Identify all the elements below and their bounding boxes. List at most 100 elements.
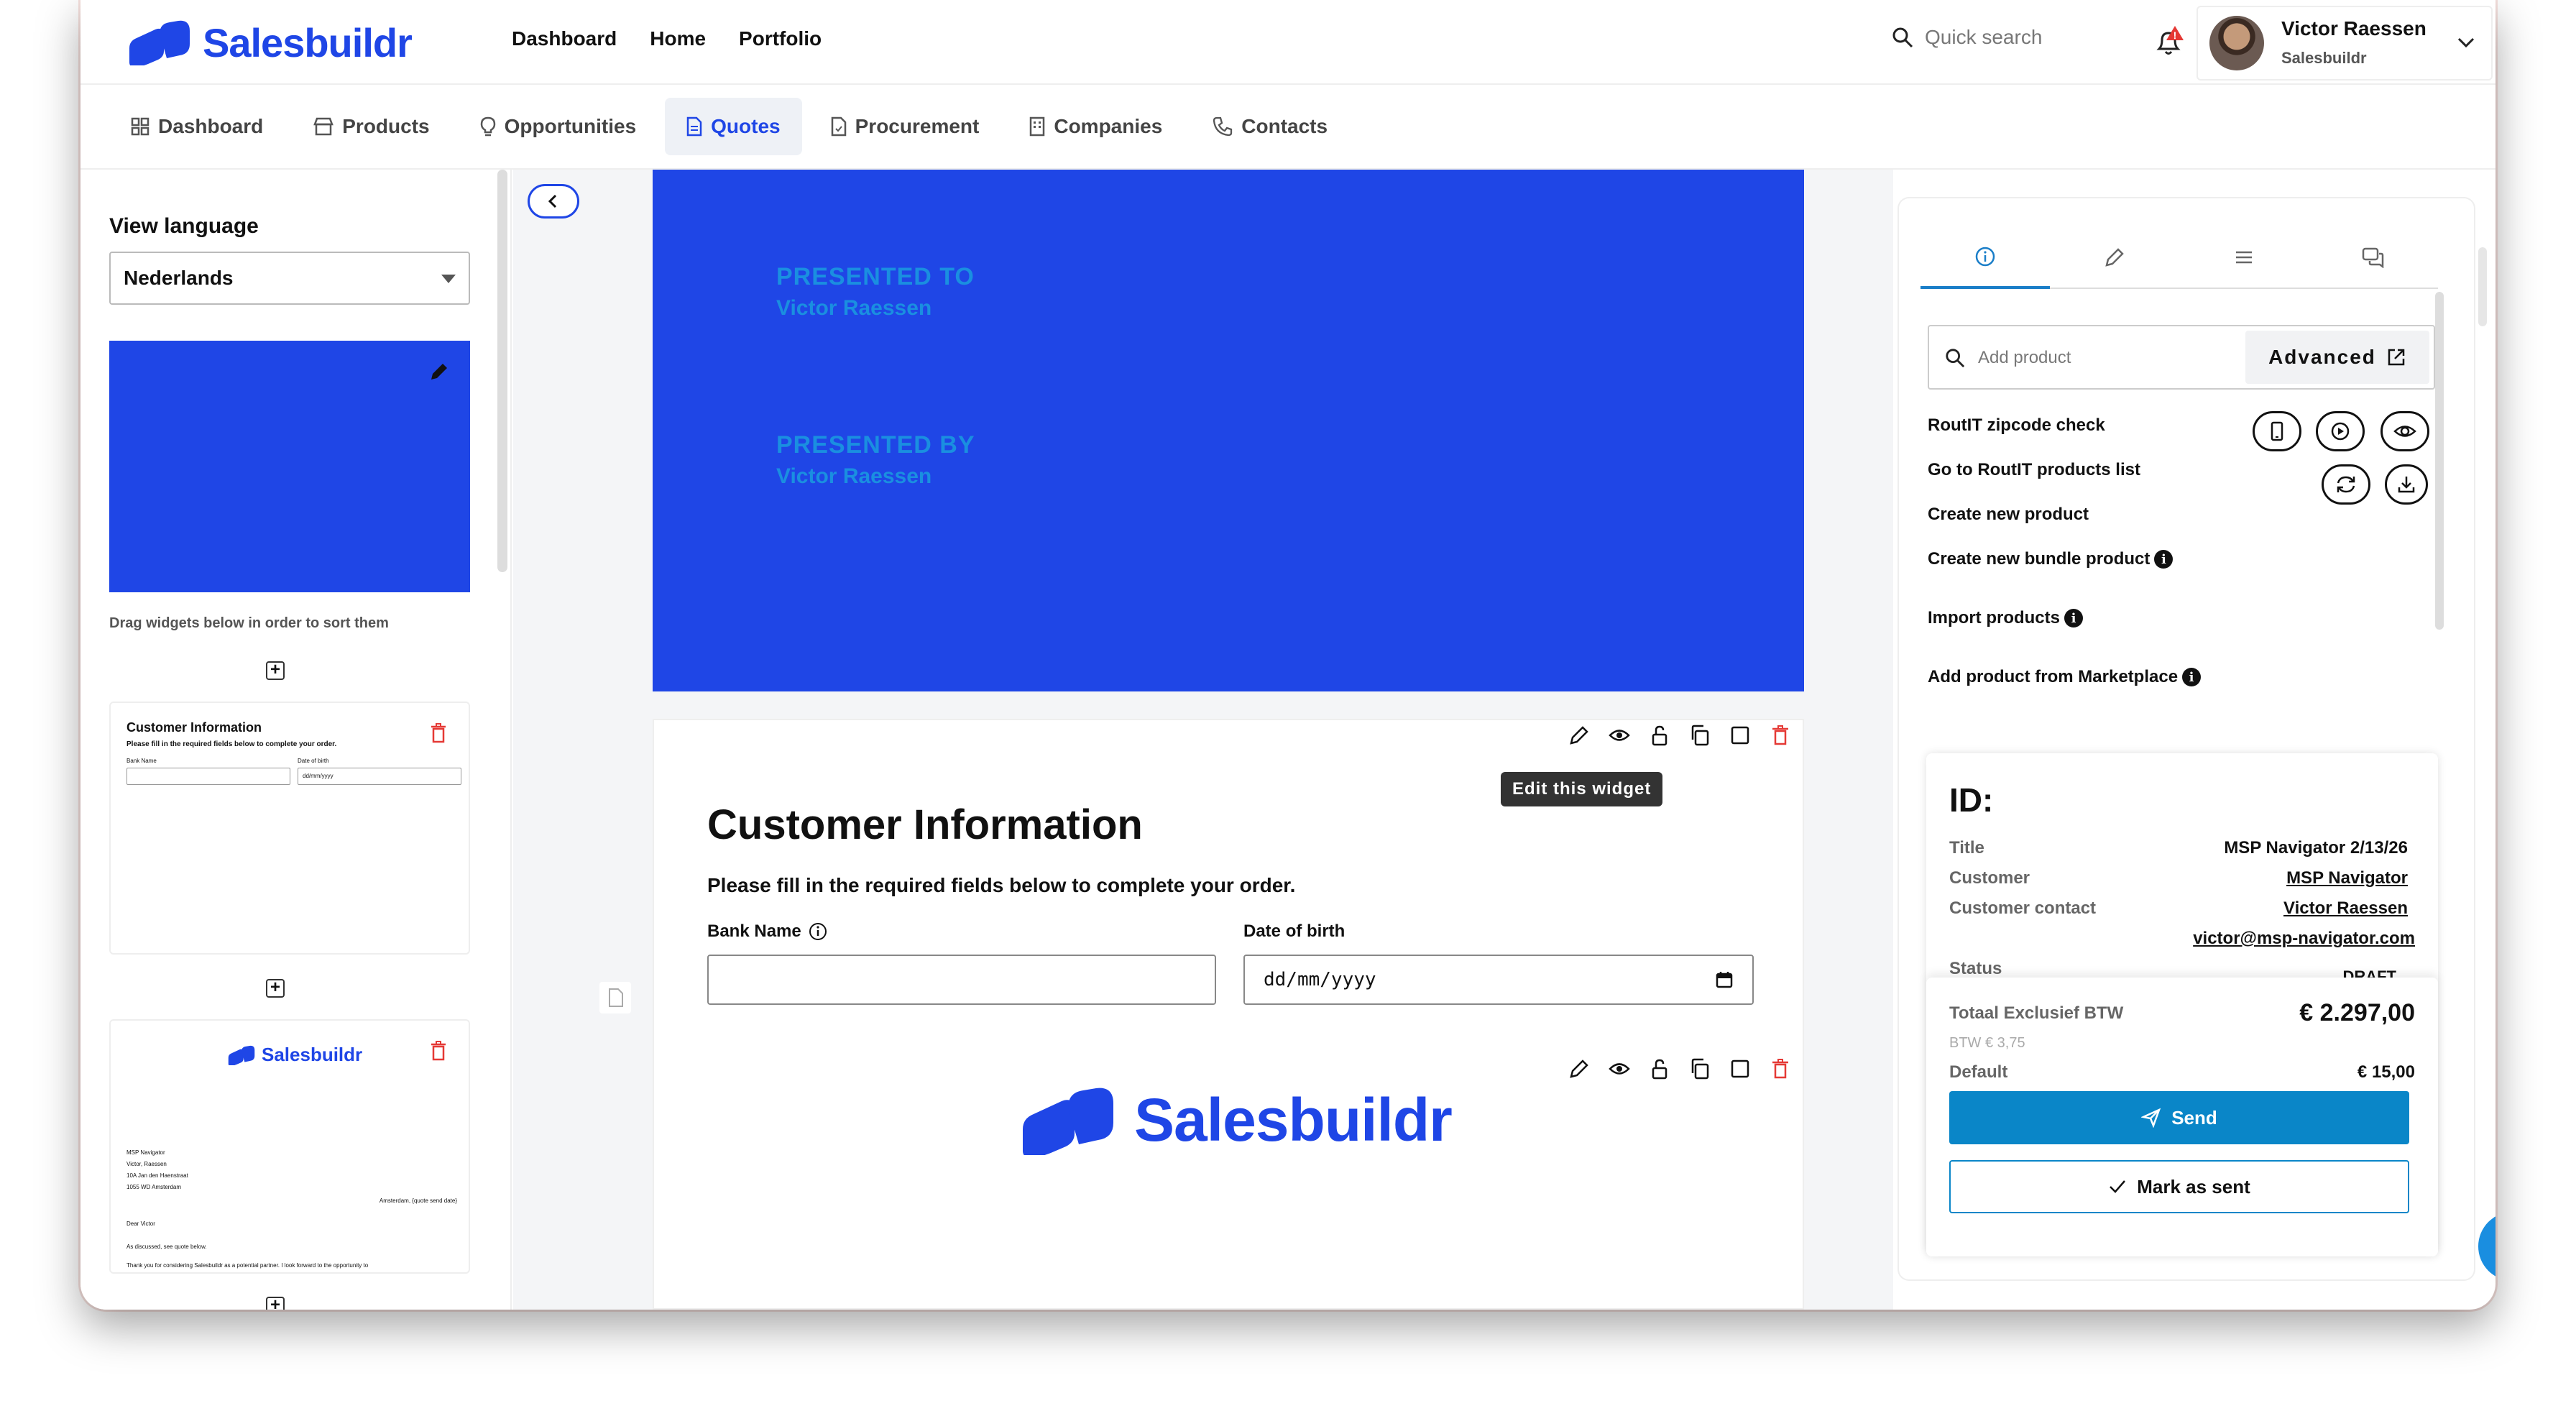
mobile-preview-button[interactable] — [2253, 411, 2301, 451]
routit-zipcode-check[interactable]: RoutIT zipcode check — [1928, 415, 2105, 436]
language-select[interactable]: Nederlands — [109, 252, 470, 305]
search-placeholder: Quick search — [1925, 26, 2043, 48]
widget-dob-label: Date of birth — [298, 758, 329, 764]
tab-label: Companies — [1054, 115, 1163, 137]
nav-portfolio[interactable]: Portfolio — [739, 27, 822, 50]
tab-products[interactable]: Products — [292, 98, 451, 155]
tab-contacts[interactable]: Contacts — [1191, 98, 1349, 155]
default-value: € 15,00 — [2357, 1062, 2415, 1082]
window-scrollbar[interactable] — [2478, 247, 2487, 326]
add-widget-button[interactable]: + — [266, 979, 285, 998]
customer-label: Customer — [1949, 868, 2030, 888]
dob-label: Date of birth — [1243, 921, 1346, 941]
copy-icon[interactable] — [1689, 1058, 1711, 1080]
add-widget-button[interactable]: + — [266, 661, 285, 680]
widget-thumbnail-customer-info[interactable]: Customer Information Please fill in the … — [109, 702, 470, 955]
customer-info-widget[interactable]: Edit this widget Customer Information Pl… — [653, 719, 1804, 1310]
add-from-marketplace[interactable]: Add product from Marketplace i — [1928, 667, 2202, 687]
tab-procurement[interactable]: Procurement — [809, 98, 1001, 155]
widget-greeting: Dear Victor — [126, 1220, 155, 1227]
square-icon[interactable] — [1729, 725, 1751, 746]
pencil-icon[interactable] — [1568, 1058, 1590, 1080]
square-icon[interactable] — [1729, 1058, 1751, 1080]
search-icon — [1892, 27, 1913, 48]
cover-page[interactable]: PRESENTED TO Victor Raessen PRESENTED BY… — [653, 170, 1804, 691]
info-icon[interactable]: i — [2154, 550, 2174, 569]
collapse-panel-button[interactable] — [528, 184, 579, 219]
bank-name-input[interactable] — [707, 955, 1216, 1005]
pencil-icon[interactable] — [1568, 725, 1590, 746]
bank-name-text: Bank Name — [707, 921, 801, 941]
preview-button[interactable] — [2380, 411, 2429, 451]
pencil-icon — [2105, 248, 2124, 267]
sync-button[interactable] — [2322, 464, 2370, 505]
import-products[interactable]: Import products i — [1928, 608, 2083, 628]
total-excl-value: € 2.297,00 — [2299, 999, 2415, 1026]
play-icon — [2331, 422, 2350, 441]
tab-list[interactable] — [2179, 227, 2309, 289]
trash-icon[interactable] — [1770, 1058, 1791, 1080]
calendar-icon[interactable] — [1715, 970, 1734, 989]
presented-by-name: Victor Raessen — [776, 464, 932, 488]
download-icon — [2398, 477, 2415, 493]
download-button[interactable] — [2385, 464, 2428, 505]
presented-to-label: PRESENTED TO — [776, 263, 975, 290]
search-icon — [1946, 349, 1965, 368]
date-of-birth-input[interactable]: dd/mm/yyyy — [1243, 955, 1754, 1005]
brand-name: Salesbuildr — [203, 19, 413, 65]
quote-summary-card: ID: Title MSP Navigator 2/13/26 Customer… — [1926, 753, 2438, 1256]
brand-logo[interactable]: Salesbuildr — [126, 17, 413, 68]
send-button[interactable]: Send — [1949, 1091, 2409, 1144]
play-button[interactable] — [2316, 411, 2365, 451]
user-menu[interactable]: Victor Raessen Salesbuildr — [2196, 6, 2493, 81]
eye-icon[interactable] — [1609, 1058, 1630, 1080]
page-icon[interactable] — [599, 982, 631, 1013]
notifications-button[interactable]: ! — [2150, 24, 2186, 60]
info-icon[interactable]: i — [2064, 609, 2083, 627]
contact-email-link[interactable]: victor@msp-navigator.com — [2193, 929, 2415, 949]
chat-launcher[interactable]: 2 — [2478, 1212, 2496, 1281]
add-widget-button[interactable]: + — [266, 1297, 285, 1310]
add-product-search[interactable]: Add product Advanced — [1928, 325, 2435, 390]
customer-link[interactable]: MSP Navigator — [2286, 868, 2408, 888]
nav-dashboard[interactable]: Dashboard — [512, 27, 617, 50]
widget-bank-label: Bank Name — [126, 758, 157, 764]
copy-icon[interactable] — [1689, 725, 1711, 746]
tab-companies[interactable]: Companies — [1008, 98, 1184, 155]
routit-products-list[interactable]: Go to RoutIT products list — [1928, 460, 2140, 480]
send-icon — [2141, 1108, 2161, 1128]
cover-thumbnail[interactable] — [109, 341, 470, 592]
eye-icon[interactable] — [1609, 725, 1630, 746]
widget-body-1: As discussed, see quote below. — [126, 1243, 207, 1250]
tab-comments[interactable] — [2309, 227, 2438, 289]
trash-icon[interactable] — [430, 723, 447, 743]
unlock-icon[interactable] — [1649, 725, 1670, 746]
tab-opportunities[interactable]: Opportunities — [459, 98, 658, 155]
check-icon — [2110, 1180, 2126, 1193]
mark-as-sent-button[interactable]: Mark as sent — [1949, 1160, 2409, 1213]
pencil-icon[interactable] — [428, 361, 450, 382]
tab-info[interactable] — [1920, 227, 2050, 289]
widget-thumbnail-letter[interactable]: Salesbuildr MSP Navigator Victor, Raesse… — [109, 1019, 470, 1274]
tab-label: Quotes — [711, 115, 781, 137]
info-icon[interactable] — [809, 922, 827, 941]
tab-label: Dashboard — [158, 115, 264, 137]
tab-edit[interactable] — [2050, 227, 2179, 289]
avatar — [2209, 16, 2264, 70]
drag-hint: Drag widgets below in order to sort them — [109, 615, 389, 631]
contact-name-link[interactable]: Victor Raessen — [2283, 898, 2408, 919]
bank-name-label: Bank Name — [707, 921, 827, 942]
tab-quotes[interactable]: Quotes — [665, 98, 802, 155]
right-panel-scrollbar[interactable] — [2435, 292, 2444, 630]
quick-search[interactable]: Quick search — [1892, 26, 2042, 49]
create-bundle-product[interactable]: Create new bundle product i — [1928, 549, 2174, 569]
left-scrollbar[interactable] — [497, 170, 507, 572]
advanced-button[interactable]: Advanced — [2245, 331, 2429, 384]
nav-home[interactable]: Home — [650, 27, 706, 50]
tab-dashboard[interactable]: Dashboard — [109, 98, 285, 155]
trash-icon[interactable] — [430, 1041, 447, 1061]
create-new-product[interactable]: Create new product — [1928, 505, 2089, 525]
info-icon[interactable]: i — [2182, 668, 2202, 686]
unlock-icon[interactable] — [1649, 1058, 1670, 1080]
trash-icon[interactable] — [1770, 725, 1791, 746]
